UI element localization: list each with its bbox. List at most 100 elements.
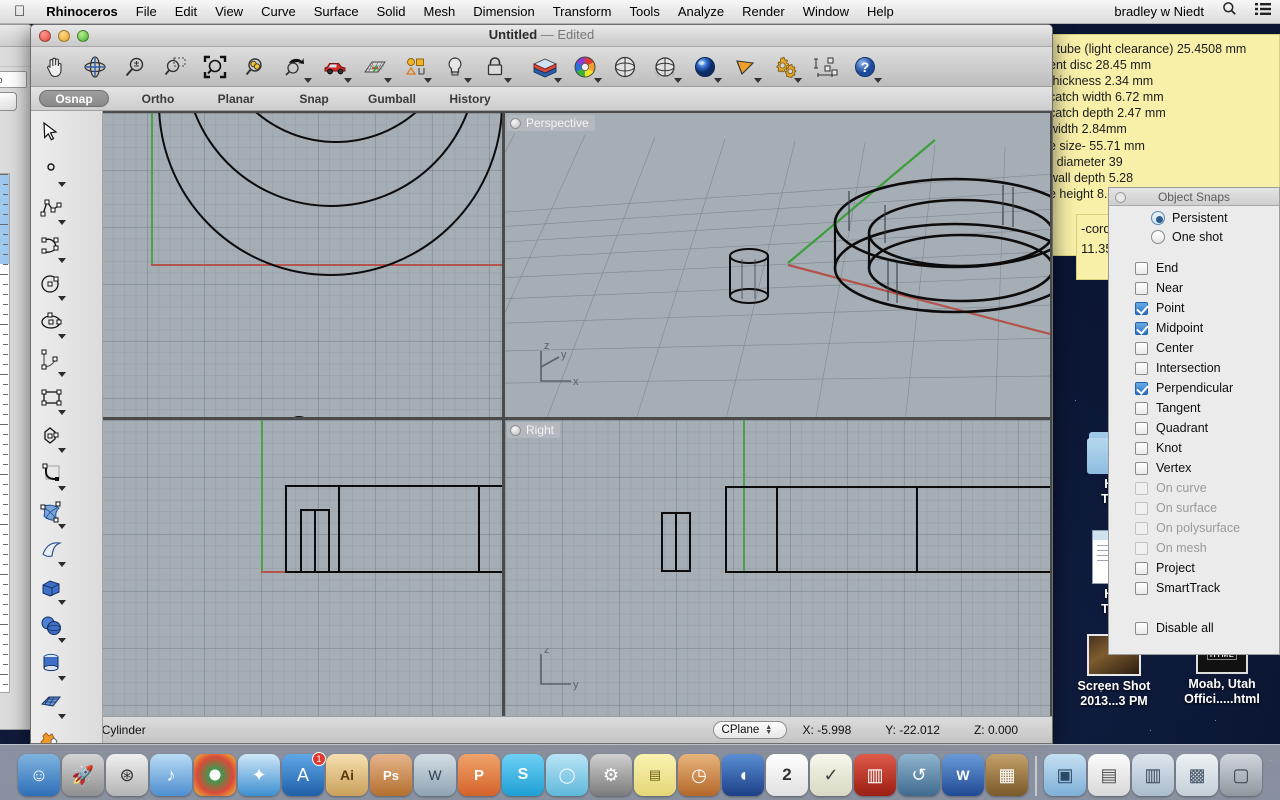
help-button[interactable]: ? [845, 49, 885, 85]
dock-item-adobe-reader[interactable]: ▥ [854, 754, 896, 796]
osnap-end[interactable]: End [1109, 258, 1279, 278]
dock-item-pdf-file[interactable]: ▤ [1088, 754, 1130, 796]
osnap-intersection[interactable]: Intersection [1109, 358, 1279, 378]
viewport-right[interactable]: z y Right [505, 420, 1050, 724]
main-toolbar[interactable]: ? [31, 47, 1052, 87]
dock-item-illustrator[interactable]: Ai [326, 754, 368, 796]
object-snaps-palette[interactable]: Object Snaps Persistent One shot End Nea… [1108, 187, 1280, 655]
osnap-perpendicular[interactable]: Perpendicular [1109, 378, 1279, 398]
osnap-vertex[interactable]: Vertex [1109, 458, 1279, 478]
search-icon[interactable] [1213, 0, 1246, 24]
dock-item-safari-compass[interactable]: ⊛ [106, 754, 148, 796]
zoom-window-button[interactable] [155, 49, 195, 85]
checkbox-icon[interactable] [1135, 361, 1148, 375]
status-bar[interactable]: Command: Cylinder CPlane ▲▼ X: -5.998 Y:… [31, 716, 1052, 743]
layers-button[interactable] [525, 49, 565, 85]
checkbox-icon[interactable] [1135, 381, 1148, 395]
object-color-button[interactable] [565, 49, 605, 85]
macos-menubar[interactable]:  Rhinoceros File Edit View Curve Surfac… [0, 0, 1280, 24]
zoom-in-out-button[interactable] [115, 49, 155, 85]
list-icon[interactable] [1246, 0, 1280, 24]
checkbox-icon[interactable] [1135, 261, 1148, 275]
rhinoceros-window[interactable]: Untitled — Edited ? Osnap Ortho Planar S… [30, 24, 1053, 744]
background-window[interactable]: Ne No [0, 24, 32, 730]
osnap-near[interactable]: Near [1109, 278, 1279, 298]
geometry-right-outer-body[interactable] [725, 486, 1050, 573]
checkbox-icon[interactable] [1135, 401, 1148, 415]
point-tool-button[interactable] [33, 151, 68, 189]
undo-view-button[interactable] [275, 49, 315, 85]
menu-tools[interactable]: Tools [620, 0, 668, 24]
osnap-center[interactable]: Center [1109, 338, 1279, 358]
checkbox-icon[interactable] [1135, 321, 1148, 335]
left-tool-palette[interactable]: T [31, 111, 103, 743]
menubar-status-items[interactable]: bradley w Niedt [1105, 0, 1280, 24]
surface-patch-tool-button[interactable] [33, 493, 68, 531]
select-objects-button[interactable] [395, 49, 435, 85]
checkbox-icon[interactable] [1135, 301, 1148, 315]
macos-dock[interactable]: ☺ 🚀 ⊛ ♪ ✦ A 1 Ai Ps W P S ◯ ⚙ ▤ ◷ ◖ 2 ✓ … [0, 744, 1280, 800]
checkbox-icon[interactable] [1135, 281, 1148, 295]
osnap-quadrant[interactable]: Quadrant [1109, 418, 1279, 438]
osnap-mode-persistent[interactable]: Persistent [1109, 206, 1279, 225]
dock-item-itunes[interactable]: ♪ [150, 754, 192, 796]
menu-curve[interactable]: Curve [252, 0, 305, 24]
menubar-user-name[interactable]: bradley w Niedt [1105, 0, 1213, 24]
checkbox-icon[interactable] [1135, 441, 1148, 455]
polyline-tool-button[interactable] [33, 189, 68, 227]
menu-window[interactable]: Window [794, 0, 858, 24]
rectangle-tool-button[interactable] [33, 379, 68, 417]
sphere-tool-button[interactable] [33, 607, 68, 645]
curve-tool-button[interactable] [33, 227, 68, 265]
lock-objects-button[interactable] [475, 49, 515, 85]
menu-edit[interactable]: Edit [166, 0, 206, 24]
dock-item-app-generic[interactable]: ▦ [986, 754, 1028, 796]
toggle-snap[interactable]: Snap [275, 92, 353, 106]
menu-analyze[interactable]: Analyze [669, 0, 733, 24]
dock-item-screenshot-thumb[interactable]: ▩ [1176, 754, 1218, 796]
zoom-selected-button[interactable] [235, 49, 275, 85]
shaded-view-button[interactable] [605, 49, 645, 85]
circle-tool-button[interactable] [33, 265, 68, 303]
osnap-knot[interactable]: Knot [1109, 438, 1279, 458]
checkbox-icon[interactable] [1135, 341, 1148, 355]
toggle-history[interactable]: History [431, 92, 509, 106]
fillet-tool-button[interactable] [33, 455, 68, 493]
dock-item-safari[interactable]: ✦ [238, 754, 280, 796]
checkbox-icon[interactable] [1135, 621, 1148, 635]
dock-item-audacity[interactable]: ◖ [722, 754, 764, 796]
osnap-project[interactable]: Project [1109, 558, 1279, 578]
dock-item-powerpoint[interactable]: P [458, 754, 500, 796]
cplane-dropdown[interactable]: CPlane ▲ ▼ [712, 721, 787, 739]
dock-item-finder[interactable]: ☺ [18, 754, 60, 796]
background-window-button[interactable] [0, 92, 17, 111]
dock-item-notes[interactable]: ✓ [810, 754, 852, 796]
osnap-mode-one-shot[interactable]: One shot [1109, 225, 1279, 244]
viewport-top[interactable]: y x Top [33, 113, 502, 417]
box-tool-button[interactable] [33, 569, 68, 607]
menu-app-name[interactable]: Rhinoceros [37, 0, 127, 24]
osnap-tangent[interactable]: Tangent [1109, 398, 1279, 418]
ghosted-view-button[interactable] [645, 49, 685, 85]
menu-solid[interactable]: Solid [368, 0, 415, 24]
menu-transform[interactable]: Transform [544, 0, 621, 24]
osnap-disable-all[interactable]: Disable all [1109, 618, 1279, 638]
dock-item-documents-folder[interactable]: ▣ [1044, 754, 1086, 796]
dock-item-skype[interactable]: S [502, 754, 544, 796]
flat-shade-button[interactable] [725, 49, 765, 85]
osnap-midpoint[interactable]: Midpoint [1109, 318, 1279, 338]
menu-dimension[interactable]: Dimension [464, 0, 543, 24]
cylinder-tool-button[interactable] [33, 645, 68, 683]
polygon-tool-button[interactable] [33, 417, 68, 455]
radio-icon[interactable] [1151, 230, 1165, 244]
dock-item-word[interactable]: W [942, 754, 984, 796]
dock-item-rhinoceros[interactable]: W [414, 754, 456, 796]
checkbox-icon[interactable] [1135, 581, 1148, 595]
dock-item-launchpad[interactable]: 🚀 [62, 754, 104, 796]
menu-surface[interactable]: Surface [305, 0, 368, 24]
toggle-gumball[interactable]: Gumball [353, 92, 431, 106]
snap-toggle-bar[interactable]: Osnap Ortho Planar Snap Gumball History [31, 87, 1052, 111]
object-snaps-titlebar[interactable]: Object Snaps [1109, 188, 1279, 206]
pan-view-button[interactable] [35, 49, 75, 85]
checkbox-icon[interactable] [1135, 421, 1148, 435]
